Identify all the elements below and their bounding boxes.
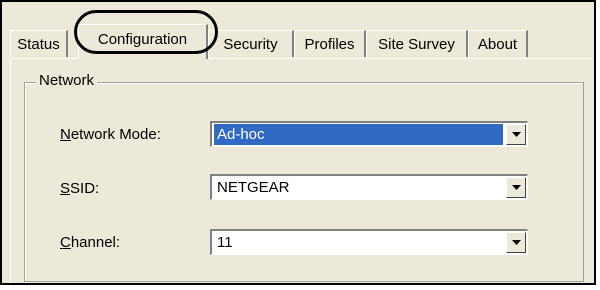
tab-label: Status <box>17 35 60 53</box>
label-text: hannel: <box>70 234 121 251</box>
ssid-label: SSID: <box>60 180 99 197</box>
tab-status[interactable]: Status <box>10 30 68 57</box>
tab-label: Configuration <box>97 31 188 48</box>
tab-site-survey[interactable]: Site Survey <box>366 30 468 57</box>
chevron-down-icon <box>512 240 521 245</box>
network-group-legend: Network <box>36 72 98 89</box>
chevron-down-icon <box>512 132 521 137</box>
label-text: SID: <box>70 180 100 197</box>
ssid-select[interactable]: NETGEAR <box>210 174 528 200</box>
ssid-dropdown-button[interactable] <box>506 177 526 198</box>
label-text: etwork Mode: <box>70 126 161 143</box>
channel-dropdown-button[interactable] <box>506 232 526 253</box>
accelerator-key: C <box>60 234 71 251</box>
channel-select[interactable]: 11 <box>210 229 528 255</box>
tab-label: Profiles <box>304 35 355 53</box>
network-mode-dropdown-button[interactable] <box>506 124 526 145</box>
tab-label: Site Survey <box>378 35 455 53</box>
network-mode-label: Network Mode: <box>60 126 161 143</box>
tab-configuration[interactable]: Configuration <box>78 24 208 59</box>
channel-label: Channel: <box>60 234 120 251</box>
tab-profiles[interactable]: Profiles <box>294 30 366 57</box>
tab-about[interactable]: About <box>468 30 528 57</box>
channel-value: 11 <box>217 234 233 251</box>
ssid-value: NETGEAR <box>217 179 290 196</box>
accelerator-key: S <box>60 180 71 197</box>
tab-security[interactable]: Security <box>208 30 294 57</box>
tab-label: About <box>477 35 518 53</box>
network-mode-value: Ad-hoc <box>214 124 503 145</box>
chevron-down-icon <box>512 185 521 190</box>
network-mode-select[interactable]: Ad-hoc <box>210 121 528 147</box>
accelerator-key: N <box>60 126 71 143</box>
tab-label: Security <box>223 35 278 53</box>
